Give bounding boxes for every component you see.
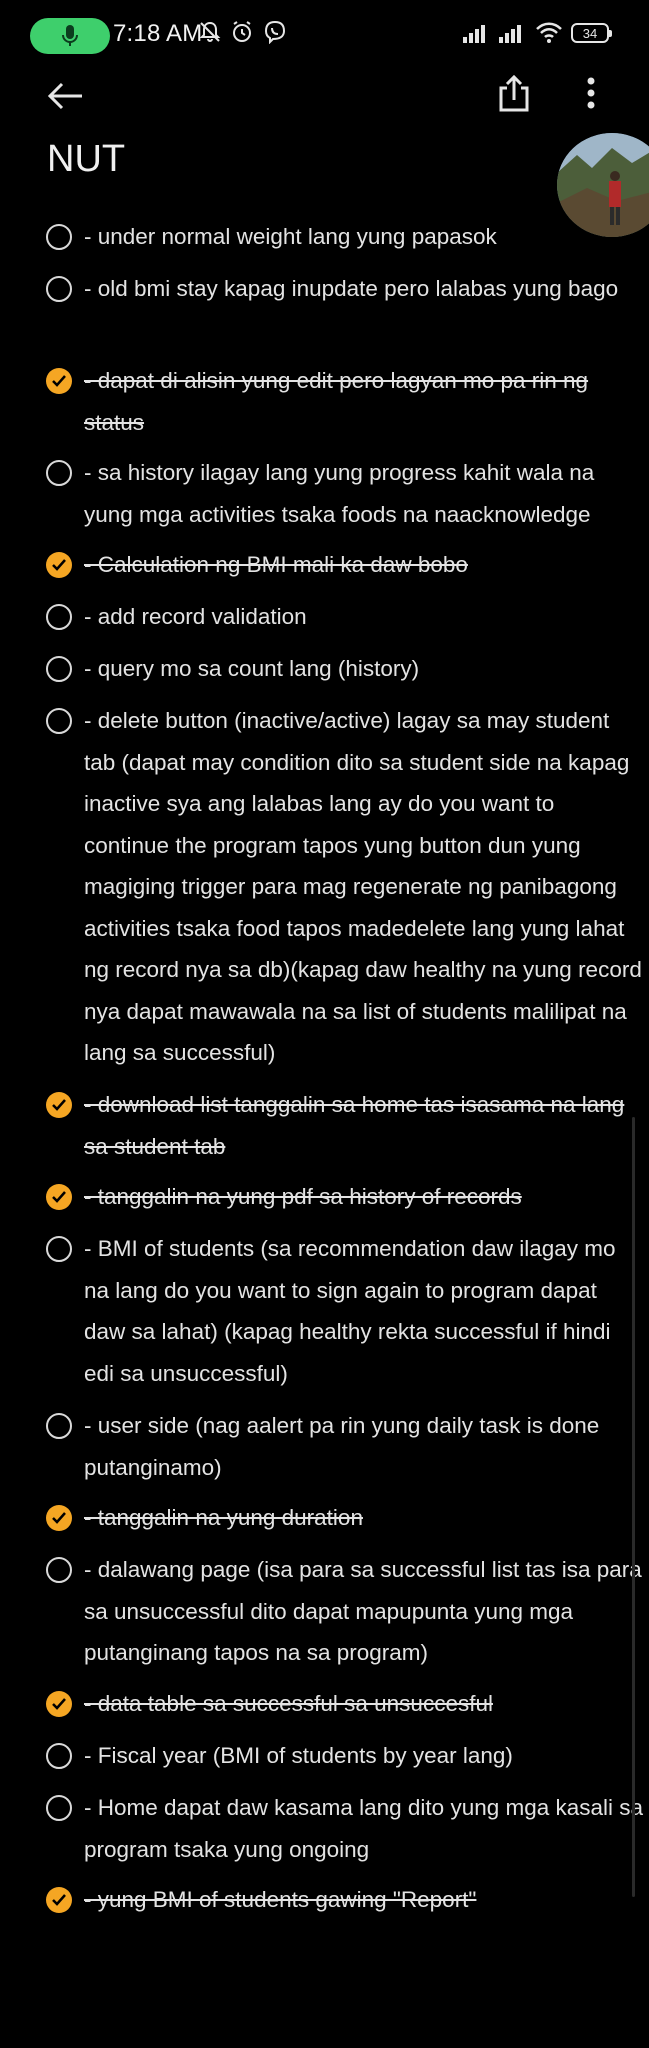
- share-button[interactable]: [496, 74, 532, 114]
- unchecked-circle-icon[interactable]: [46, 276, 72, 302]
- item-text[interactable]: - old bmi stay kapag inupdate pero lalab…: [84, 268, 644, 310]
- checkmark-icon: [52, 1099, 66, 1111]
- item-text[interactable]: - dapat di alisin yung edit pero lagyan …: [84, 360, 644, 443]
- item-text[interactable]: - add record validation: [84, 596, 644, 638]
- checked-circle-icon[interactable]: [46, 368, 72, 394]
- signal-icon: [463, 25, 485, 43]
- status-bar: 7:18 AM 34: [0, 0, 649, 70]
- unchecked-circle-icon[interactable]: [46, 1236, 72, 1262]
- item-text[interactable]: - Home dapat daw kasama lang dito yung m…: [84, 1787, 644, 1870]
- unchecked-circle-icon[interactable]: [46, 224, 72, 250]
- checkmark-icon: [52, 1894, 66, 1906]
- note-title[interactable]: NUT: [47, 138, 125, 181]
- checked-circle-icon[interactable]: [46, 1505, 72, 1531]
- item-text[interactable]: - delete button (inactive/active) lagay …: [84, 700, 644, 1074]
- wifi-icon: [536, 22, 562, 43]
- unchecked-circle-icon[interactable]: [46, 604, 72, 630]
- mic-indicator[interactable]: [30, 18, 110, 54]
- checked-circle-icon[interactable]: [46, 1092, 72, 1118]
- item-text[interactable]: - BMI of students (sa recommendation daw…: [84, 1228, 644, 1394]
- checkmark-icon: [52, 1191, 66, 1203]
- item-text[interactable]: - sa history ilagay lang yung progress k…: [84, 452, 644, 535]
- item-text[interactable]: - query mo sa count lang (history): [84, 648, 644, 690]
- unchecked-circle-icon[interactable]: [46, 656, 72, 682]
- system-icons: 34: [463, 22, 612, 44]
- item-text[interactable]: - user side (nag aalert pa rin yung dail…: [84, 1405, 644, 1488]
- item-text[interactable]: - Calculation ng BMI mali ka daw bobo: [84, 544, 644, 586]
- unchecked-circle-icon[interactable]: [46, 708, 72, 734]
- item-text[interactable]: - under normal weight lang yung papasok: [84, 216, 644, 258]
- unchecked-circle-icon[interactable]: [46, 1413, 72, 1439]
- viber-icon: [264, 20, 285, 45]
- alarm-icon: [233, 21, 252, 42]
- status-time: 7:18 AM: [113, 20, 203, 47]
- item-text[interactable]: - tanggalin na yung duration: [84, 1497, 644, 1539]
- unchecked-circle-icon[interactable]: [46, 1743, 72, 1769]
- item-text[interactable]: - download list tanggalin sa home tas is…: [84, 1084, 644, 1167]
- unchecked-circle-icon[interactable]: [46, 1557, 72, 1583]
- checked-circle-icon[interactable]: [46, 1691, 72, 1717]
- item-text[interactable]: - yung BMI of students gawing "Report": [84, 1879, 644, 1921]
- scrollbar[interactable]: [632, 1117, 635, 1897]
- share-icon: [499, 74, 529, 112]
- checked-circle-icon[interactable]: [46, 552, 72, 578]
- checked-circle-icon[interactable]: [46, 1887, 72, 1913]
- checkmark-icon: [52, 1512, 66, 1524]
- mute-icon: [199, 21, 221, 42]
- battery-icon: 34: [571, 23, 612, 43]
- item-text[interactable]: - Fiscal year (BMI of students by year l…: [84, 1735, 644, 1777]
- battery-level: 34: [582, 25, 598, 41]
- back-button[interactable]: [46, 76, 86, 116]
- more-options-button[interactable]: [576, 74, 606, 114]
- notification-icons: [198, 20, 291, 45]
- checkmark-icon: [52, 375, 66, 387]
- item-text[interactable]: - tanggalin na yung pdf sa history of re…: [84, 1176, 644, 1218]
- back-arrow-icon: [47, 82, 82, 110]
- mic-icon: [62, 25, 78, 46]
- unchecked-circle-icon[interactable]: [46, 1795, 72, 1821]
- unchecked-circle-icon[interactable]: [46, 460, 72, 486]
- signal-icon: [499, 25, 521, 43]
- app-bar: [0, 70, 649, 120]
- item-text[interactable]: - dalawang page (isa para sa successful …: [84, 1549, 644, 1674]
- checkmark-icon: [52, 559, 66, 571]
- more-vert-icon: [587, 77, 595, 109]
- item-text[interactable]: - data table sa successful sa unsuccesfu…: [84, 1683, 644, 1725]
- checkmark-icon: [52, 1698, 66, 1710]
- checked-circle-icon[interactable]: [46, 1184, 72, 1210]
